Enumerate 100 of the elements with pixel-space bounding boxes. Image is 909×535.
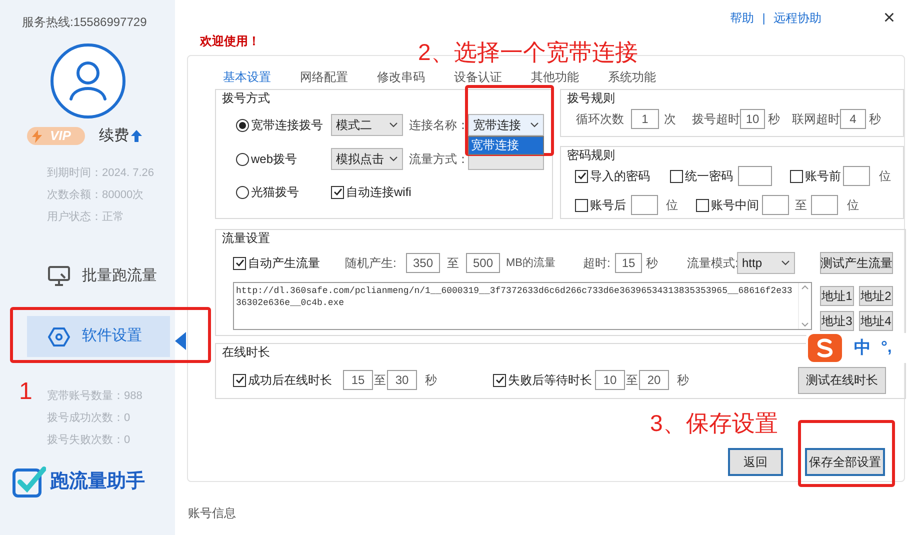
input-field[interactable]: 15	[615, 253, 642, 273]
checkbox[interactable]	[790, 170, 803, 182]
annotation-text: 3、保存设置	[650, 409, 778, 438]
annotation-text: 2、选择一个宽带连接	[418, 38, 638, 66]
avatar-icon	[50, 43, 126, 119]
input-field[interactable]: 10	[595, 370, 625, 390]
chevron-down-icon	[389, 156, 398, 162]
check-icon	[576, 171, 586, 181]
label-text: 位	[847, 197, 859, 214]
label-text: 连接名称：	[409, 117, 467, 134]
input-field[interactable]: 500	[466, 253, 500, 273]
group-title: 拨号规则	[567, 90, 615, 106]
label-text: 循环次数	[576, 111, 625, 128]
address-button[interactable]: 地址4	[859, 311, 893, 331]
dropdown[interactable]: 模拟点击	[331, 148, 403, 170]
input-field[interactable]: 4	[840, 109, 866, 129]
label-text: 流量方式：	[409, 151, 467, 168]
help-link[interactable]: 帮助	[730, 9, 754, 27]
dropdown-option[interactable]: 宽带连接	[469, 137, 543, 154]
input-field[interactable]: 1	[631, 109, 659, 129]
test-online-button[interactable]: 测试在线时长	[798, 366, 886, 394]
checkbox[interactable]	[331, 186, 344, 198]
group-title: 在线时长	[222, 344, 270, 360]
label-text: 流量模式:	[687, 255, 737, 272]
input-field[interactable]: 350	[406, 253, 440, 273]
dropdown[interactable]: http	[737, 252, 795, 274]
label-text: MB的流量	[506, 256, 556, 271]
label-text: 至	[795, 197, 808, 214]
checkbox-label: 账号前	[805, 168, 841, 185]
checkbox-label: 失败后等待时长	[508, 372, 592, 389]
radio-label: 光猫拨号	[251, 184, 299, 201]
checkbox[interactable]	[493, 374, 506, 386]
separator-text: |	[762, 10, 766, 27]
dropdown[interactable]: 模式二	[331, 114, 403, 136]
address-button[interactable]: 地址2	[859, 286, 893, 306]
tab[interactable]: 修改串码	[377, 68, 425, 86]
renew-link[interactable]: 续费	[99, 124, 129, 148]
up-arrow-icon	[131, 130, 142, 142]
radio-button[interactable]	[236, 186, 249, 198]
label-text: 位	[666, 197, 679, 214]
dropdown[interactable]: 宽带连接	[468, 114, 544, 136]
tab[interactable]: 网络配置	[300, 68, 348, 86]
ime-punctuation-text[interactable]: °,	[881, 336, 892, 360]
checkbox-label: 导入的密码	[590, 168, 650, 185]
hotline-text: 服务热线:15586997729	[21, 14, 148, 29]
remote-assist-link[interactable]: 远程协助	[773, 9, 822, 27]
label-text: 随机产生:	[345, 255, 398, 272]
group-title: 流量设置	[222, 230, 270, 246]
checkbox[interactable]	[575, 198, 588, 212]
input-field[interactable]	[631, 195, 658, 215]
input-field[interactable]: 20	[639, 370, 669, 390]
label-text: 秒	[869, 111, 881, 128]
check-icon	[234, 375, 244, 385]
label-text: 至	[373, 372, 387, 389]
tab[interactable]: 设备认证	[454, 68, 502, 86]
label-text: 次	[664, 111, 677, 128]
checkbox-label: 账号后	[590, 197, 626, 214]
tab[interactable]: 其他功能	[531, 68, 579, 86]
test-traffic-button[interactable]: 测试产生流量	[820, 252, 893, 274]
address-button[interactable]: 地址3	[820, 311, 854, 331]
pointer-icon	[175, 332, 186, 350]
check-icon	[234, 258, 244, 268]
group-title: 密码规则	[567, 147, 615, 163]
back-button[interactable]: 返回	[728, 448, 783, 476]
tab[interactable]: 基本设置	[223, 68, 271, 86]
input-field[interactable]: 10	[740, 109, 765, 129]
tab[interactable]: 系统功能	[608, 68, 656, 86]
label-text: 至	[446, 255, 460, 272]
annotation-text: 1	[19, 378, 32, 406]
label-text: 联网超时	[792, 111, 840, 128]
input-field[interactable]: 15	[343, 370, 373, 390]
checkbox[interactable]	[575, 170, 588, 182]
sidebar-item[interactable]: 批量跑流量	[27, 256, 170, 296]
welcome-text: 欢迎使用！	[200, 33, 260, 50]
input-field[interactable]: 30	[387, 370, 417, 390]
checkbox-label: 自动连接wifi	[346, 184, 412, 201]
checkbox[interactable]	[233, 256, 246, 270]
label-text: 秒	[768, 111, 781, 128]
stat-text: 拨号成功次数：0	[47, 411, 132, 426]
input-field[interactable]	[762, 195, 789, 215]
input-field[interactable]	[738, 166, 772, 186]
address-button[interactable]: 地址1	[820, 286, 854, 306]
sidebar-item[interactable]: 软件设置	[27, 316, 170, 357]
checkbox[interactable]	[233, 374, 246, 386]
account-info-label: 账号信息	[187, 505, 237, 522]
checkbox[interactable]	[670, 170, 683, 182]
input-field[interactable]	[843, 166, 870, 186]
close-button[interactable]: ×	[883, 8, 895, 28]
save-all-button[interactable]: 保存全部设置	[805, 448, 885, 476]
checkbox-label: 自动产生流量	[248, 255, 320, 272]
radio-button[interactable]	[236, 152, 249, 166]
check-icon	[494, 375, 504, 385]
radio-button[interactable]	[236, 118, 249, 132]
label-text: 秒	[677, 372, 689, 389]
chevron-down-icon	[389, 122, 398, 128]
checkbox[interactable]	[696, 198, 709, 212]
label-text: 至	[625, 372, 639, 389]
ime-mode-text[interactable]: 中	[854, 335, 871, 361]
input-field[interactable]	[811, 195, 838, 215]
stat-text: 宽带账号数量：988	[47, 388, 144, 404]
